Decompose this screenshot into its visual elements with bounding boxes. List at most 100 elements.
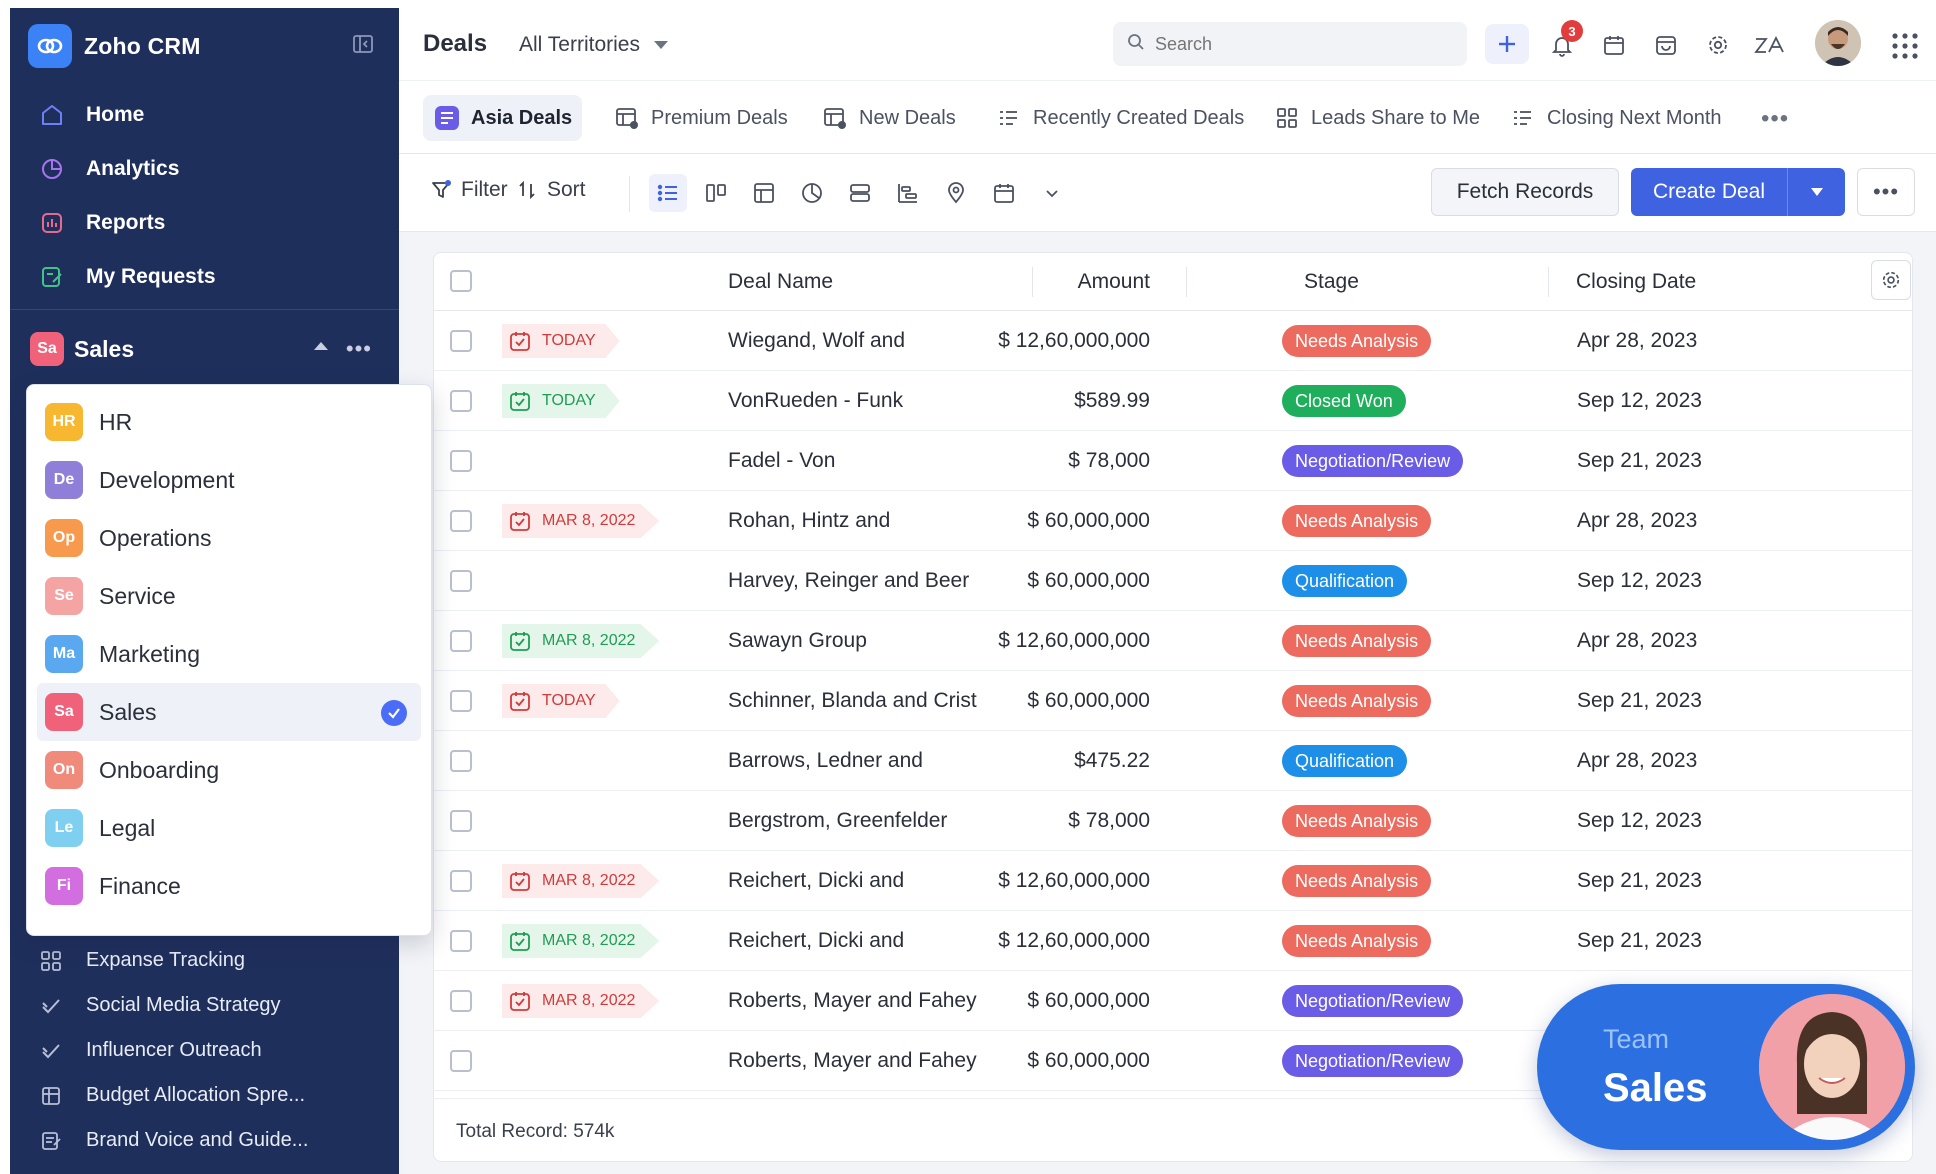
user-avatar[interactable] bbox=[1815, 20, 1861, 66]
activity-due-tag[interactable]: MAR 8, 2022 bbox=[502, 924, 660, 958]
team-option-finance[interactable]: Fi Finance bbox=[37, 857, 421, 915]
table-row[interactable]: MAR 8, 2022 Rohan, Hintz and $ 60,000,000 N… bbox=[434, 491, 1912, 551]
row-checkbox[interactable] bbox=[450, 510, 472, 532]
team-option-legal[interactable]: Le Legal bbox=[37, 799, 421, 857]
quick-create-button[interactable] bbox=[1485, 24, 1529, 64]
row-checkbox[interactable] bbox=[450, 630, 472, 652]
table-row[interactable]: Harvey, Reinger and Beer $ 60,000,000 Qual… bbox=[434, 551, 1912, 611]
activity-due-tag[interactable]: MAR 8, 2022 bbox=[502, 984, 660, 1018]
territory-selector[interactable]: All Territories bbox=[519, 33, 668, 57]
activity-due-tag[interactable]: MAR 8, 2022 bbox=[502, 624, 660, 658]
marketplace-button[interactable] bbox=[1651, 30, 1681, 60]
table-row[interactable]: Barrows, Ledner and $475.22 Qualification A… bbox=[434, 731, 1912, 791]
row-checkbox[interactable] bbox=[450, 870, 472, 892]
deal-name-link[interactable]: Barrows, Ledner and bbox=[728, 749, 923, 773]
row-checkbox[interactable] bbox=[450, 450, 472, 472]
timeline-view-button[interactable] bbox=[889, 174, 927, 212]
settings-button[interactable] bbox=[1703, 30, 1733, 60]
deal-name-link[interactable]: Fadel - Von bbox=[728, 449, 835, 473]
activity-due-tag[interactable]: MAR 8, 2022 bbox=[502, 504, 660, 538]
activity-due-tag[interactable]: MAR 8, 2022 bbox=[502, 864, 660, 898]
team-switcher[interactable]: Sa Sales ••• bbox=[30, 326, 390, 372]
table-row[interactable]: Fadel - Von $ 78,000 Negotiation/Review Sep… bbox=[434, 431, 1912, 491]
column-closing-date[interactable]: Closing Date bbox=[1576, 270, 1696, 294]
nav-item-analytics[interactable]: Analytics bbox=[28, 142, 388, 196]
tab-closing-next-month[interactable]: Closing Next Month bbox=[1499, 95, 1732, 141]
calendar-button[interactable] bbox=[1599, 30, 1629, 60]
sidebar-item-influencer-outreach[interactable]: Influencer Outreach bbox=[28, 1028, 388, 1073]
row-checkbox[interactable] bbox=[450, 330, 472, 352]
deal-name-link[interactable]: Reichert, Dicki and bbox=[728, 929, 904, 953]
row-checkbox[interactable] bbox=[450, 930, 472, 952]
tab-leads-share-to-me[interactable]: Leads Share to Me bbox=[1263, 95, 1490, 141]
filter-button[interactable]: Filter bbox=[429, 178, 508, 202]
sidebar-item-expanse-tracking[interactable]: Expanse Tracking bbox=[28, 938, 388, 983]
chart-view-button[interactable] bbox=[793, 174, 831, 212]
table-row[interactable]: MAR 8, 2022 Sawayn Group $ 12,60,000,000 Ne… bbox=[434, 611, 1912, 671]
app-launcher-icon[interactable] bbox=[1891, 32, 1919, 60]
more-options-icon[interactable]: ••• bbox=[346, 336, 372, 362]
sidebar-item-social-media-strategy[interactable]: Social Media Strategy bbox=[28, 983, 388, 1028]
tab-asia-deals[interactable]: Asia Deals bbox=[423, 95, 583, 141]
caret-up-icon[interactable] bbox=[314, 342, 328, 350]
more-actions-button[interactable]: ••• bbox=[1857, 168, 1915, 216]
sort-button[interactable]: Sort bbox=[515, 178, 586, 202]
more-views-dropdown[interactable] bbox=[1033, 174, 1071, 212]
nav-item-home[interactable]: Home bbox=[28, 88, 388, 142]
table-row[interactable]: TODAY Schinner, Blanda and Crist $ 60,000,… bbox=[434, 671, 1912, 731]
more-views-icon[interactable]: ••• bbox=[1761, 105, 1789, 133]
row-checkbox[interactable] bbox=[450, 1050, 472, 1072]
select-all-checkbox[interactable] bbox=[450, 270, 472, 292]
create-options-dropdown[interactable] bbox=[1788, 187, 1845, 197]
create-deal-button[interactable]: Create Deal bbox=[1631, 168, 1845, 216]
map-view-button[interactable] bbox=[937, 174, 975, 212]
column-amount[interactable]: Amount bbox=[1054, 270, 1150, 294]
table-row[interactable]: TODAY VonRueden - Funk $589.99 Closed Won Se… bbox=[434, 371, 1912, 431]
calendar-view-button[interactable] bbox=[985, 174, 1023, 212]
sidebar-item-budget-allocation[interactable]: Budget Allocation Spre... bbox=[28, 1073, 388, 1118]
team-option-sales[interactable]: Sa Sales bbox=[37, 683, 421, 741]
table-row[interactable]: TODAY Wiegand, Wolf and $ 12,60,000,000 Nee… bbox=[434, 311, 1912, 371]
nav-item-my-requests[interactable]: My Requests bbox=[28, 250, 388, 304]
tab-recently-created-deals[interactable]: Recently Created Deals bbox=[985, 95, 1254, 141]
zia-button[interactable] bbox=[1753, 30, 1787, 60]
team-option-service[interactable]: Se Service bbox=[37, 567, 421, 625]
notifications-button[interactable]: 3 bbox=[1547, 20, 1583, 60]
table-view-button[interactable] bbox=[745, 174, 783, 212]
team-option-operations[interactable]: Op Operations bbox=[37, 509, 421, 567]
brand[interactable]: Zoho CRM bbox=[28, 22, 201, 70]
deal-name-link[interactable]: Wiegand, Wolf and bbox=[728, 329, 905, 353]
activity-due-tag[interactable]: TODAY bbox=[502, 324, 620, 358]
search-box[interactable] bbox=[1113, 22, 1467, 66]
activity-due-tag[interactable]: TODAY bbox=[502, 684, 620, 718]
team-option-hr[interactable]: HR HR bbox=[37, 393, 421, 451]
search-input[interactable] bbox=[1155, 33, 1445, 55]
row-checkbox[interactable] bbox=[450, 750, 472, 772]
row-checkbox[interactable] bbox=[450, 570, 472, 592]
nav-item-reports[interactable]: Reports bbox=[28, 196, 388, 250]
deal-name-link[interactable]: Reichert, Dicki and bbox=[728, 869, 904, 893]
fetch-records-button[interactable]: Fetch Records bbox=[1431, 168, 1619, 216]
table-row[interactable]: Bergstrom, Greenfelder $ 78,000 Needs Anal… bbox=[434, 791, 1912, 851]
column-stage[interactable]: Stage bbox=[1304, 270, 1359, 294]
table-row[interactable]: MAR 8, 2022 Reichert, Dicki and $ 12,60,00… bbox=[434, 911, 1912, 971]
tab-premium-deals[interactable]: Premium Deals bbox=[603, 95, 798, 141]
deal-name-link[interactable]: Rohan, Hintz and bbox=[728, 509, 890, 533]
table-settings-button[interactable] bbox=[1871, 260, 1911, 300]
column-deal-name[interactable]: Deal Name bbox=[728, 270, 833, 294]
row-checkbox[interactable] bbox=[450, 690, 472, 712]
deal-name-link[interactable]: Sawayn Group bbox=[728, 629, 867, 653]
deal-name-link[interactable]: VonRueden - Funk bbox=[728, 389, 903, 413]
sheet-view-button[interactable] bbox=[841, 174, 879, 212]
row-checkbox[interactable] bbox=[450, 390, 472, 412]
activity-due-tag[interactable]: TODAY bbox=[502, 384, 620, 418]
tab-new-deals[interactable]: New Deals bbox=[811, 95, 966, 141]
row-checkbox[interactable] bbox=[450, 990, 472, 1012]
team-option-development[interactable]: De Development bbox=[37, 451, 421, 509]
kanban-view-button[interactable] bbox=[697, 174, 735, 212]
list-view-button[interactable] bbox=[649, 174, 687, 212]
team-sales-bubble[interactable]: Team Sales bbox=[1537, 984, 1915, 1150]
table-row[interactable]: MAR 8, 2022 Reichert, Dicki and $ 12,60,00… bbox=[434, 851, 1912, 911]
team-option-marketing[interactable]: Ma Marketing bbox=[37, 625, 421, 683]
row-checkbox[interactable] bbox=[450, 810, 472, 832]
